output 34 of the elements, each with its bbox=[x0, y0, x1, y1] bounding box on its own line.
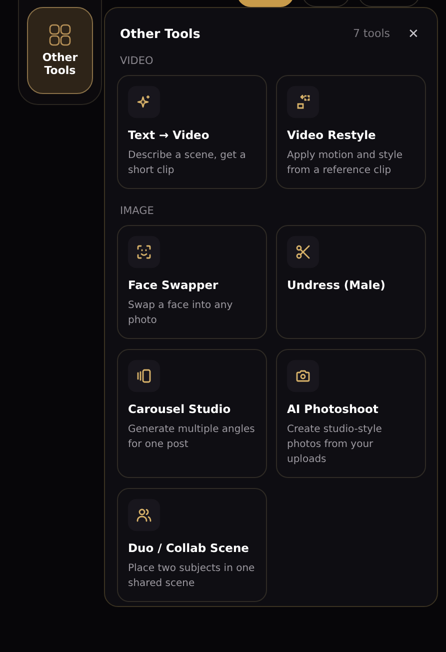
grid-icon bbox=[49, 24, 71, 46]
section-heading: VIDEO bbox=[120, 55, 154, 67]
tool-card[interactable]: Undress (Male) bbox=[276, 225, 426, 339]
carousel-icon bbox=[136, 368, 152, 384]
face-scan-icon bbox=[136, 244, 152, 260]
tool-card[interactable]: Face Swapper Swap a face into any photo bbox=[117, 225, 267, 339]
tool-card[interactable]: AI Photoshoot Create studio-style photos from your uploads bbox=[276, 349, 426, 478]
tool-name: Face Swapper bbox=[128, 278, 218, 292]
tool-name: Duo / Collab Scene bbox=[128, 541, 249, 555]
tool-card[interactable]: Duo / Collab Scene Place two subjects in one shared scene bbox=[117, 488, 267, 602]
other-tools-button[interactable]: Other Tools bbox=[27, 7, 93, 94]
tool-name: Video Restyle bbox=[287, 128, 376, 142]
tool-description: Create studio-style photos from your uploads bbox=[287, 423, 383, 467]
restyle-icon bbox=[295, 94, 311, 110]
tool-description: Apply motion and style from a reference clip bbox=[287, 149, 404, 178]
tool-name: Undress (Male) bbox=[287, 278, 386, 292]
people-icon bbox=[136, 507, 152, 523]
section-heading: IMAGE bbox=[120, 205, 155, 217]
close-button[interactable]: ✕ bbox=[404, 26, 423, 41]
popover-title: Other Tools bbox=[120, 26, 202, 41]
scissors-icon bbox=[295, 244, 311, 260]
tool-count: 7 tools bbox=[352, 27, 390, 40]
camera-icon bbox=[295, 368, 311, 384]
tool-name: AI Photoshoot bbox=[287, 402, 378, 416]
tool-card[interactable]: Text → Video Describe a scene, get a short clip bbox=[117, 75, 267, 189]
tool-description: Generate multiple angles for one post bbox=[128, 423, 256, 452]
tool-description: Swap a face into any photo bbox=[128, 299, 234, 328]
tool-description: Place two subjects in one shared scene bbox=[128, 562, 256, 591]
tool-card[interactable]: Carousel Studio Generate multiple angles for one post bbox=[117, 349, 267, 478]
tool-name: Carousel Studio bbox=[128, 402, 231, 416]
tool-name: Text → Video bbox=[128, 128, 210, 142]
tool-card[interactable]: Video Restyle Apply motion and style from a reference clip bbox=[276, 75, 426, 189]
sparkle-icon bbox=[136, 94, 152, 110]
tool-description: Describe a scene, get a short clip bbox=[128, 149, 247, 178]
